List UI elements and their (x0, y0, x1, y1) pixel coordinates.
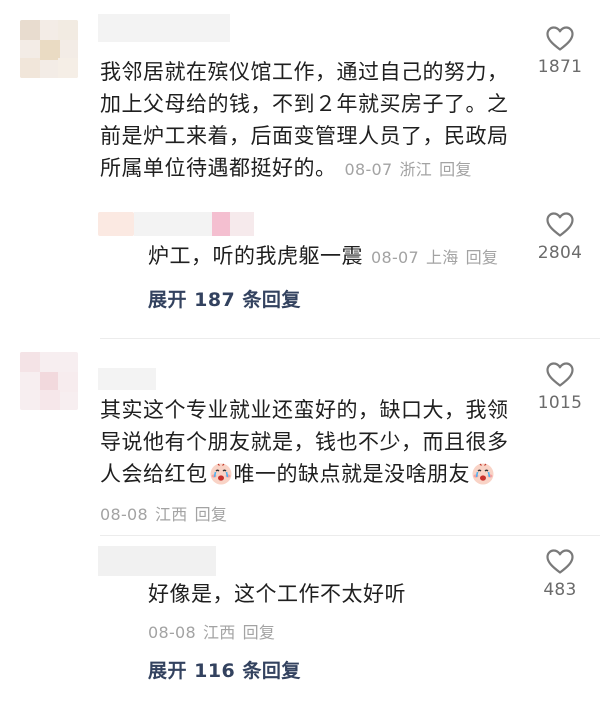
comment-meta: 08-08 江西 回复 (100, 501, 227, 525)
heart-outline-icon (546, 362, 574, 387)
reply-reply-button[interactable]: 回复 (466, 248, 499, 267)
heart-outline-icon (546, 26, 574, 51)
heart-outline-icon (546, 549, 574, 574)
comment-meta: 08-07 浙江 回复 (345, 160, 472, 179)
comment-date: 08-08 (100, 505, 148, 524)
divider (100, 338, 600, 339)
comment-text: 其实这个专业就业还蛮好的，缺口大，我领 导说他有个朋友就是，钱也不少，而且很多 … (100, 398, 509, 486)
like-button[interactable]: 1871 (530, 26, 590, 77)
reply-date: 08-08 (148, 623, 196, 642)
comment-location: 江西 (155, 505, 188, 524)
expand-replies-button[interactable]: 展开 187 条回复 (148, 285, 301, 312)
like-button[interactable]: 1015 (530, 362, 590, 413)
username[interactable] (98, 14, 230, 42)
comment-location: 浙江 (399, 160, 433, 179)
reply-text: 好像是，这个工作不太好听 (148, 582, 406, 606)
reply-username[interactable] (98, 546, 216, 576)
reply-like-button[interactable]: 2804 (530, 212, 590, 263)
reply-button[interactable]: 回复 (439, 160, 472, 179)
avatar[interactable] (20, 20, 78, 78)
reply-text: 炉工，听的我虎躯一震 08-07 上海 回复 (148, 244, 499, 268)
username[interactable] (98, 368, 156, 390)
divider (100, 535, 600, 536)
reply-reply-button[interactable]: 回复 (243, 623, 276, 642)
like-count: 2804 (537, 243, 583, 263)
heart-outline-icon (546, 212, 574, 237)
reply-like-button[interactable]: 483 (530, 549, 590, 600)
crying-face-emoji-icon (210, 463, 231, 485)
like-count: 483 (543, 580, 577, 600)
like-count: 1015 (537, 393, 583, 413)
reply-button[interactable]: 回复 (195, 505, 228, 524)
reply-username[interactable] (134, 212, 254, 236)
crying-face-emoji-icon (472, 463, 494, 485)
reply-meta: 08-08 江西 回复 (148, 619, 275, 643)
reply-date: 08-07 (371, 248, 419, 267)
reply-location: 江西 (203, 623, 236, 642)
reply-meta: 08-07 上海 回复 (371, 248, 498, 267)
like-count: 1871 (537, 57, 583, 77)
expand-replies-button[interactable]: 展开 116 条回复 (148, 656, 301, 683)
avatar[interactable] (20, 352, 78, 410)
comment-text: 我邻居就在殡仪馆工作，通过自己的努力， 加上父母给的钱，不到２年就买房子了。之 … (100, 60, 509, 180)
reply-location: 上海 (426, 248, 459, 267)
comment-1: 我邻居就在殡仪馆工作，通过自己的努力， 加上父母给的钱，不到２年就买房子了。之 … (0, 0, 600, 340)
comment-2: 其实这个专业就业还蛮好的，缺口大，我领 导说他有个朋友就是，钱也不少，而且很多 … (0, 340, 600, 710)
reply-avatar[interactable] (98, 212, 134, 236)
comment-date: 08-07 (344, 160, 393, 179)
